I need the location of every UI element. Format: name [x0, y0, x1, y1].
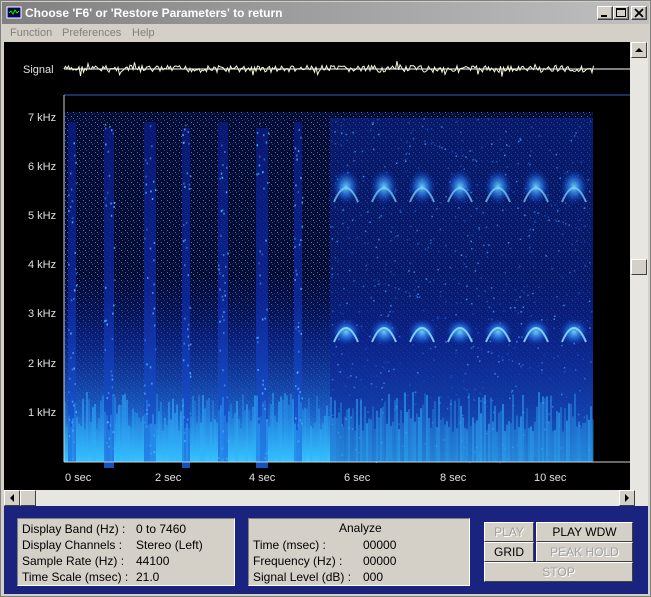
arrow-up-icon — [635, 48, 643, 52]
sample-rate-label: Sample Rate (Hz) : — [22, 554, 125, 568]
arrow-left-icon — [10, 494, 14, 502]
analyze-box: Analyze Time (msec) : 00000 Frequency (H… — [248, 518, 470, 586]
analyze-frequency-value: 00000 — [363, 554, 397, 568]
freq-tick-label: 6 kHz — [28, 161, 56, 173]
time-tick-labels: 0 sec 2 sec 4 sec 6 sec 8 sec 10 sec — [65, 472, 567, 484]
minimize-button[interactable] — [597, 6, 613, 20]
display-info-box: Display Band (Hz) : 0 to 7460 Display Ch… — [17, 518, 235, 586]
play-button[interactable]: PLAY — [484, 522, 534, 542]
analyze-title: Analyze — [339, 521, 382, 535]
stop-button[interactable]: STOP — [484, 562, 633, 582]
app-window: Choose 'F6' or 'Restore Parameters' to r… — [0, 0, 651, 597]
title-bar[interactable]: Choose 'F6' or 'Restore Parameters' to r… — [2, 2, 649, 24]
spectrogram-body — [64, 112, 594, 468]
spectrogram-display[interactable]: Signal 7 kHz 6 kHz 5 kHz 4 kHz 3 kHz 2 k… — [4, 42, 630, 490]
maximize-icon — [616, 8, 626, 17]
vertical-scroll-thumb[interactable] — [631, 259, 647, 275]
horizontal-scrollbar[interactable] — [4, 490, 648, 506]
display-band-label: Display Band (Hz) : — [22, 522, 126, 536]
freq-tick-label: 1 kHz — [28, 407, 56, 419]
time-tick-label: 8 sec — [440, 472, 467, 484]
grid-button[interactable]: GRID — [484, 542, 534, 562]
frequency-tick-labels: 7 kHz 6 kHz 5 kHz 4 kHz 3 kHz 2 kHz 1 kH… — [28, 112, 56, 419]
display-channels-value: Stereo (Left) — [136, 538, 203, 552]
vertical-scrollbar[interactable] — [630, 42, 648, 490]
menu-help[interactable]: Help — [132, 27, 155, 39]
window-title: Choose 'F6' or 'Restore Parameters' to r… — [25, 6, 283, 20]
analyze-time-label: Time (msec) : — [253, 538, 326, 552]
scroll-up-button[interactable] — [631, 42, 647, 58]
play-window-button[interactable]: PLAY WDW — [536, 522, 633, 542]
freq-tick-label: 3 kHz — [28, 308, 56, 320]
freq-tick-label: 4 kHz — [28, 259, 56, 271]
display-channels-label: Display Channels : — [22, 538, 123, 552]
time-scale-value: 21.0 — [136, 570, 160, 584]
close-icon — [634, 8, 644, 18]
signal-label: Signal — [23, 64, 54, 76]
time-tick-label: 4 sec — [249, 472, 276, 484]
minimize-icon — [601, 15, 607, 17]
menu-preferences[interactable]: Preferences — [62, 27, 121, 39]
peak-hold-button[interactable]: PEAK HOLD — [536, 542, 633, 562]
app-icon — [6, 6, 22, 19]
time-tick-label: 10 sec — [534, 472, 567, 484]
time-tick-label: 0 sec — [65, 472, 92, 484]
analyze-level-value: 000 — [363, 570, 384, 584]
display-band-value: 0 to 7460 — [136, 522, 187, 536]
menu-bar: Function Preferences Help — [2, 24, 649, 42]
time-tick-label: 2 sec — [155, 472, 182, 484]
close-button[interactable] — [631, 6, 647, 20]
analyze-frequency-label: Frequency (Hz) : — [253, 554, 343, 568]
status-panel: Display Band (Hz) : 0 to 7460 Display Ch… — [4, 506, 648, 594]
sample-rate-value: 44100 — [136, 554, 170, 568]
freq-tick-label: 2 kHz — [28, 358, 56, 370]
maximize-button[interactable] — [613, 6, 629, 20]
analyze-time-value: 00000 — [363, 538, 397, 552]
freq-tick-label: 5 kHz — [28, 210, 56, 222]
menu-function[interactable]: Function — [10, 27, 52, 39]
spectrogram-svg: Signal 7 kHz 6 kHz 5 kHz 4 kHz 3 kHz 2 k… — [23, 61, 630, 484]
arrow-right-icon — [625, 494, 629, 502]
horizontal-scroll-thumb[interactable] — [20, 490, 36, 506]
time-scale-label: Time Scale (msec) : — [22, 570, 129, 584]
scroll-right-button[interactable] — [619, 490, 635, 506]
scroll-left-button[interactable] — [4, 490, 20, 506]
analyze-level-label: Signal Level (dB) : — [253, 570, 352, 584]
time-tick-label: 6 sec — [344, 472, 371, 484]
freq-tick-label: 7 kHz — [28, 112, 56, 124]
